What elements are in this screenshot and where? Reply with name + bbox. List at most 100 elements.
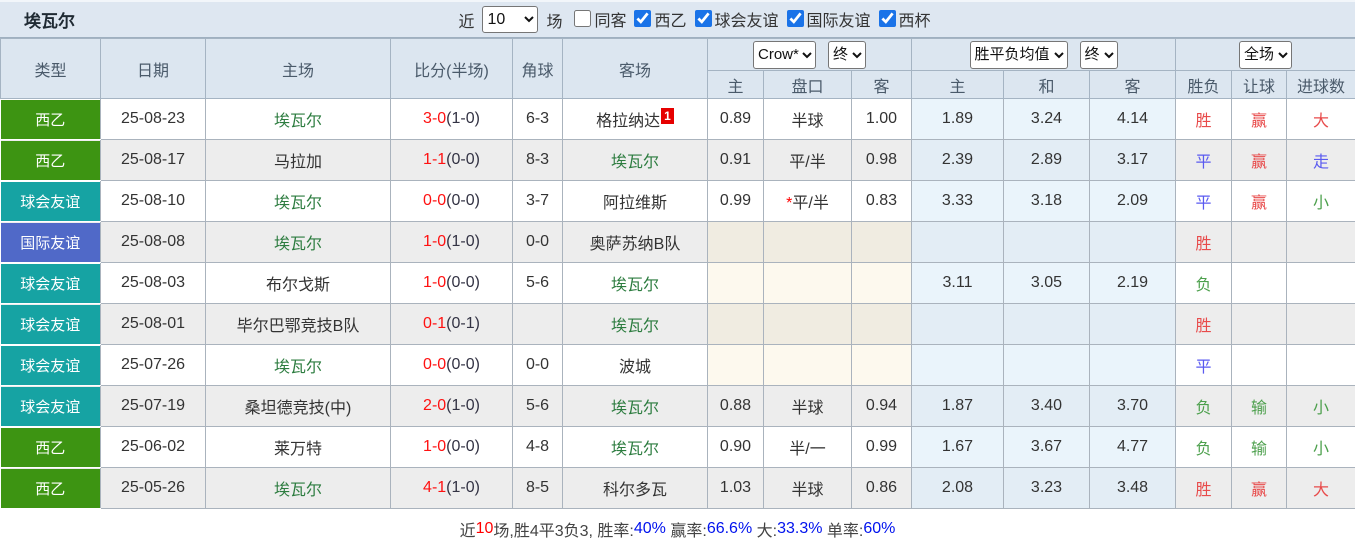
sub-header-let-ball: 让球 (1231, 70, 1288, 99)
team-name: 埃瓦尔 (610, 318, 659, 335)
cell-ah-away: 1.00 (851, 98, 912, 140)
col-header-type: 类型 (0, 38, 101, 99)
cell-result: 胜 (1175, 221, 1233, 263)
handicap-group-header: Crow* 终 (707, 38, 912, 71)
cell-goals-result-value: 小 (1313, 195, 1330, 212)
odds-type-select[interactable]: 胜平负均值 (969, 40, 1068, 69)
filter-checkbox-西乙[interactable]: 西乙 (626, 7, 687, 31)
cell-corner: 5-6 (512, 262, 563, 304)
cell-corner: 3-7 (512, 180, 563, 222)
checkbox-icon[interactable] (694, 10, 712, 28)
cell-avg-draw: 2.89 (1003, 139, 1090, 181)
cell-result-value: 胜 (1195, 318, 1212, 335)
cell-ah-home (707, 344, 764, 386)
cell-home-team: 埃瓦尔 (205, 221, 391, 263)
cell-type: 西乙 (0, 98, 101, 140)
fulltime-score: 2-0 (423, 397, 447, 414)
cell-avg-away (1088, 303, 1177, 345)
cell-avg-home: 1.87 (911, 385, 1004, 427)
filter-checkbox-group: 同客 西乙 球会友谊 国际友谊 西杯 (566, 7, 931, 33)
cell-date: 25-08-03 (100, 262, 206, 304)
filter-checkbox-同客[interactable]: 同客 (566, 7, 626, 31)
cell-away-team: 波城 (562, 344, 708, 386)
cell-avg-home (911, 221, 1004, 263)
cell-handicap-result-value: 输 (1251, 400, 1268, 417)
col-header-score: 比分(半场) (390, 38, 513, 99)
cell-ah-home: 0.90 (707, 426, 764, 468)
cell-goals-result (1286, 303, 1355, 345)
cell-goals-result: 大 (1286, 467, 1355, 509)
cell-result: 胜 (1175, 467, 1233, 509)
cell-result-value: 平 (1195, 359, 1212, 376)
table-row: 国际友谊 25-08-08 埃瓦尔 1-0(1-0) 0-0 奥萨苏纳B队胜 (0, 221, 1355, 263)
cell-result: 负 (1175, 426, 1233, 468)
cell-handicap-result-value: 赢 (1251, 195, 1268, 212)
team-name: 埃瓦尔 (273, 236, 322, 253)
cell-handicap (763, 262, 852, 304)
bookmaker-select[interactable]: Crow* (753, 40, 816, 69)
cell-ah-home: 1.03 (707, 467, 764, 509)
cell-score: 0-0(0-0) (390, 344, 513, 386)
league-type-badge: 西乙 (0, 140, 100, 180)
cell-result-value: 平 (1195, 154, 1212, 171)
team-name: 埃瓦尔 (273, 113, 322, 130)
cell-score: 1-0(0-0) (390, 262, 513, 304)
cell-corner: 4-8 (512, 426, 563, 468)
cell-handicap-result: 赢 (1231, 180, 1288, 222)
cell-type: 球会友谊 (0, 303, 101, 345)
cell-handicap-result: 赢 (1231, 139, 1288, 181)
cell-home-team: 毕尔巴鄂竞技B队 (205, 303, 391, 345)
table-row: 球会友谊 25-08-01 毕尔巴鄂竞技B队 0-1(0-1) 埃瓦尔 胜 (0, 303, 1355, 345)
odds-time-select[interactable]: 终 (1079, 40, 1118, 69)
cell-result: 胜 (1175, 98, 1233, 140)
handicap-time-select[interactable]: 终 (828, 40, 866, 69)
cell-avg-home: 1.89 (911, 98, 1004, 140)
cell-away-team: 埃瓦尔 (562, 385, 708, 427)
filter-checkbox-球会友谊[interactable]: 球会友谊 (687, 7, 779, 31)
cell-corner: 8-5 (512, 467, 563, 509)
cell-score: 3-0(1-0) (390, 98, 513, 140)
cell-goals-result: 大 (1286, 98, 1355, 140)
cell-score: 1-0(1-0) (390, 221, 513, 263)
halftime-score: (0-0) (446, 192, 480, 209)
cell-goals-result: 小 (1286, 180, 1355, 222)
checkbox-icon[interactable] (878, 10, 896, 28)
cell-corner: 6-3 (512, 98, 563, 140)
filter-label: 西乙 (654, 12, 687, 30)
cell-avg-draw (1003, 221, 1090, 263)
checkbox-icon[interactable] (574, 10, 592, 28)
cell-goals-result-value: 小 (1313, 441, 1330, 458)
cell-home-team: 桑坦德竞技(中) (205, 385, 391, 427)
sub-header-avg-away: 客 (1088, 70, 1177, 99)
cell-handicap-result: 输 (1231, 426, 1288, 468)
scope-select[interactable]: 全场 (1239, 40, 1293, 69)
table-header: 类型 日期 主场 比分(半场) 角球 客场 Crow* 终 胜平负均值 终 全场 (0, 38, 1355, 99)
team-name: 埃瓦尔 (273, 359, 322, 376)
cell-type: 西乙 (0, 139, 101, 181)
halftime-score: (0-0) (446, 151, 480, 168)
team-name: 埃瓦尔 (273, 195, 322, 212)
page-title: 埃瓦尔 (24, 12, 75, 31)
cell-avg-away: 3.48 (1088, 467, 1177, 509)
cell-handicap-result: 赢 (1231, 98, 1288, 140)
league-type-badge: 球会友谊 (0, 181, 100, 221)
cell-handicap: 半球 (763, 467, 852, 509)
matches-suffix-label: 场 (546, 13, 563, 31)
cell-handicap: 半/一 (763, 426, 852, 468)
cell-goals-result: 走 (1286, 139, 1355, 181)
cell-home-team: 埃瓦尔 (205, 344, 391, 386)
filter-checkbox-国际友谊[interactable]: 国际友谊 (779, 7, 871, 31)
match-count-select[interactable]: 10 (482, 6, 539, 33)
team-name: 桑坦德竞技(中) (244, 400, 352, 417)
cell-goals-result (1286, 221, 1355, 263)
filter-label: 球会友谊 (714, 12, 779, 30)
league-type-badge: 球会友谊 (0, 386, 100, 426)
filter-checkbox-西杯[interactable]: 西杯 (871, 7, 931, 31)
cell-result-value: 胜 (1195, 113, 1212, 130)
checkbox-icon[interactable] (786, 10, 804, 28)
league-type-badge: 球会友谊 (0, 263, 100, 303)
filter-label: 西杯 (898, 12, 931, 30)
checkbox-icon[interactable] (634, 10, 652, 28)
cell-result-value: 负 (1195, 400, 1212, 417)
cell-goals-result: 小 (1286, 385, 1355, 427)
